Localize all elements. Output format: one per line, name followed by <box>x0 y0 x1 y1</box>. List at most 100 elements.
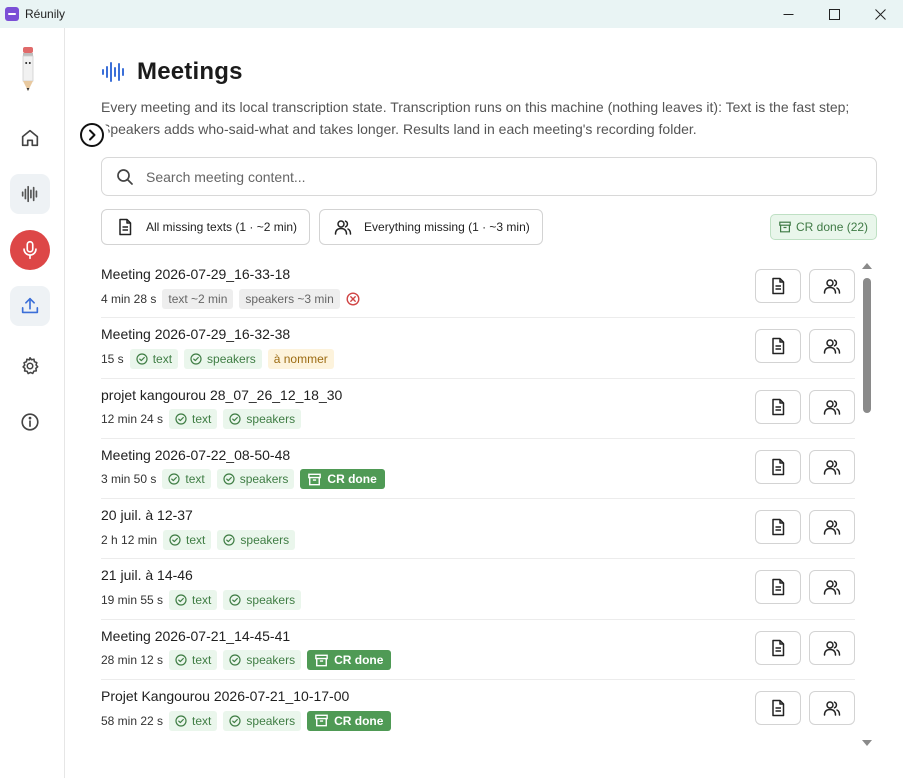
meeting-row[interactable]: Projet Kangourou 2026-07-21_10-17-00 58 … <box>101 680 855 740</box>
meeting-title: Meeting 2026-07-29_16-32-38 <box>101 326 291 343</box>
nav-home[interactable] <box>10 118 50 158</box>
meeting-row[interactable]: projet kangourou 28_07_26_12_18_30 12 mi… <box>101 379 855 439</box>
transcribe-everything-button[interactable]: Everything missing (1 · ~3 min) <box>319 209 543 245</box>
text-status-tag: text <box>129 348 179 369</box>
record-button[interactable] <box>10 230 50 270</box>
transcribe-text-button[interactable] <box>755 510 801 545</box>
error-circle-icon <box>346 291 360 306</box>
text-status-label: text <box>192 412 212 427</box>
archive-icon <box>779 221 791 233</box>
search-bar[interactable] <box>101 157 877 196</box>
meeting-duration: 28 min 12 s <box>101 653 164 668</box>
transcribe-speakers-button[interactable] <box>809 510 855 545</box>
transcribe-speakers-button[interactable] <box>809 389 855 424</box>
transcribe-text-button[interactable] <box>755 570 801 605</box>
speakers-status-tag: speakers <box>223 589 302 610</box>
page-header: Meetings <box>101 58 243 86</box>
name-speakers-tag[interactable]: à nommer <box>267 348 334 369</box>
minimize-button[interactable] <box>765 0 811 28</box>
main-content: Meetings Every meeting and its local tra… <box>65 28 903 778</box>
meeting-row[interactable]: 20 juil. à 12-37 2 h 12 min text speaker… <box>101 499 855 560</box>
cr-done-tag[interactable]: CR done <box>307 710 392 731</box>
minimize-icon <box>783 13 793 15</box>
document-icon <box>772 639 785 657</box>
meeting-duration: 19 min 55 s <box>101 592 164 607</box>
transcribe-text-button[interactable] <box>755 329 801 364</box>
nav-info[interactable] <box>10 402 50 442</box>
transcribe-text-button[interactable] <box>755 630 801 665</box>
archive-icon <box>315 714 328 727</box>
maximize-button[interactable] <box>811 0 857 28</box>
cr-done-label: CR done <box>334 653 384 668</box>
transcribe-speakers-button[interactable] <box>809 630 855 665</box>
meeting-title: 21 juil. à 14-46 <box>101 567 193 584</box>
sidebar <box>0 28 65 778</box>
scroll-down-arrow-icon[interactable] <box>862 740 872 746</box>
transcribe-text-button[interactable] <box>755 269 801 303</box>
meeting-duration: 3 min 50 s <box>101 472 157 487</box>
meeting-row[interactable]: Meeting 2026-07-21_14-45-41 28 min 12 s … <box>101 620 855 681</box>
users-icon <box>823 279 841 294</box>
speakers-status-tag: speakers <box>223 710 302 731</box>
users-icon <box>823 399 841 415</box>
cr-done-filter-label: CR done (22) <box>796 220 869 234</box>
chevron-right-circle-icon <box>80 123 104 147</box>
transcribe-speakers-button[interactable] <box>809 691 855 726</box>
meeting-row[interactable]: Meeting 2026-07-29_16-33-18 4 min 28 s t… <box>101 258 855 319</box>
check-circle-icon <box>168 473 180 485</box>
cr-done-label: CR done <box>327 472 377 487</box>
transcribe-text-button[interactable] <box>755 449 801 484</box>
check-circle-icon <box>229 594 241 606</box>
meeting-meta: 3 min 50 s text speakers CR done <box>101 469 385 490</box>
transcribe-speakers-button[interactable] <box>809 269 855 303</box>
maximize-icon <box>828 8 840 20</box>
users-icon <box>823 641 841 656</box>
list-scrollbar[interactable] <box>860 260 872 746</box>
check-circle-icon <box>136 353 148 365</box>
check-circle-icon <box>169 534 181 546</box>
scroll-thumb[interactable] <box>863 278 871 413</box>
transcribe-text-button[interactable] <box>755 389 801 424</box>
check-circle-icon <box>175 413 187 425</box>
cr-done-tag[interactable]: CR done <box>300 469 385 490</box>
title-bar: Réunily <box>0 0 903 28</box>
document-icon <box>772 277 785 295</box>
document-icon <box>772 518 785 536</box>
meeting-row[interactable]: Meeting 2026-07-22_08-50-48 3 min 50 s t… <box>101 439 855 500</box>
speakers-status-label: speakers <box>246 713 296 728</box>
meeting-row[interactable]: Meeting 2026-07-29_16-32-38 15 s text sp… <box>101 318 855 379</box>
cr-done-tag[interactable]: CR done <box>307 650 392 671</box>
check-circle-icon <box>229 413 241 425</box>
expand-sidebar-button[interactable] <box>78 121 106 149</box>
meeting-row[interactable]: 21 juil. à 14-46 19 min 55 s text speake… <box>101 559 855 620</box>
speakers-status-tag: speakers <box>217 529 296 550</box>
transcribe-text-button[interactable] <box>755 691 801 726</box>
transcribe-speakers-button[interactable] <box>809 449 855 484</box>
waveform-icon <box>21 185 38 203</box>
search-input[interactable] <box>146 168 846 185</box>
transcribe-all-texts-button[interactable]: All missing texts (1 · ~2 min) <box>101 209 311 245</box>
check-circle-icon <box>229 654 241 666</box>
meeting-meta: 15 s text speakers à nommer <box>101 348 334 369</box>
cr-done-filter-chip[interactable]: CR done (22) <box>770 214 878 240</box>
gear-icon <box>22 356 39 375</box>
nav-upload[interactable] <box>10 286 50 326</box>
page-description: Every meeting and its local transcriptio… <box>101 99 850 137</box>
meeting-title: Projet Kangourou 2026-07-21_10-17-00 <box>101 688 350 705</box>
nav-meetings[interactable] <box>10 174 50 214</box>
app-logo-icon <box>5 7 19 21</box>
users-icon <box>823 701 841 716</box>
document-icon <box>772 699 785 717</box>
document-icon <box>772 398 785 415</box>
meeting-meta: 58 min 22 s text speakers CR done <box>101 710 392 731</box>
meeting-meta: 2 h 12 min text speakers <box>101 529 296 550</box>
speakers-status-tag: speakers ~3 min <box>239 288 340 309</box>
close-window-button[interactable] <box>857 0 903 28</box>
transcribe-speakers-button[interactable] <box>809 329 855 364</box>
nav-settings[interactable] <box>10 346 50 386</box>
scroll-up-arrow-icon[interactable] <box>862 263 872 269</box>
text-status-label: text <box>152 351 173 366</box>
speakers-status-label: speakers <box>246 412 296 427</box>
transcribe-speakers-button[interactable] <box>809 570 855 605</box>
document-icon <box>772 338 785 355</box>
